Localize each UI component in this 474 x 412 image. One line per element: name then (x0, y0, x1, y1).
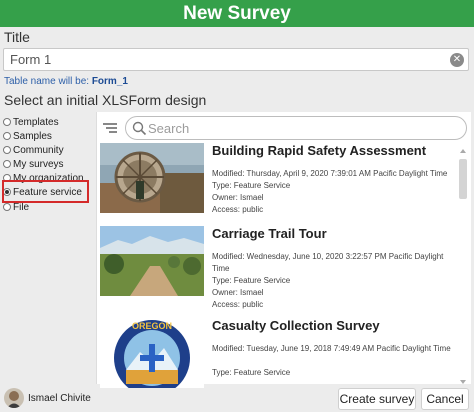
item-thumbnail: OREGON (100, 318, 204, 388)
table-name-hint: Table name will be: Form_1 (4, 76, 128, 87)
item-access: Access: public (212, 300, 264, 309)
clear-icon[interactable]: ✕ (450, 53, 464, 67)
user-name: Ismael Chivite (28, 393, 91, 404)
item-type: Type: Feature Service (212, 181, 291, 190)
item-modified: Modified: Thursday, April 9, 2020 7:39:0… (212, 169, 448, 178)
thumb-logo-text: OREGON (132, 321, 172, 331)
scroll-down-icon[interactable] (460, 380, 466, 384)
window-title: New Survey (0, 0, 474, 27)
radio-label: File (13, 202, 30, 213)
item-modified: Modified: Wednesday, June 10, 2020 3:22:… (212, 252, 444, 273)
cancel-button[interactable]: Cancel (421, 388, 469, 410)
item-modified: Modified: Tuesday, June 19, 2018 7:49:49… (212, 344, 451, 353)
radio-button-icon[interactable] (3, 160, 11, 168)
radio-button-icon[interactable] (3, 146, 11, 154)
radio-samples[interactable]: Samples (3, 131, 52, 144)
avatar[interactable] (4, 388, 24, 408)
sort-icon[interactable] (103, 122, 117, 134)
footer-bar: Ismael Chivite Create survey Cancel (0, 385, 474, 412)
service-list-panel: Building Rapid Safety Assessment Modifie… (96, 112, 471, 388)
radio-label: Templates (13, 117, 59, 128)
list-item[interactable]: Building Rapid Safety Assessment Modifie… (100, 143, 452, 218)
search-icon (132, 121, 147, 136)
title-input[interactable] (4, 49, 444, 70)
source-radio-group: Templates Samples Community My surveys M… (3, 112, 93, 382)
item-owner: Owner: Ismael (212, 193, 264, 202)
selection-highlight-box (2, 180, 89, 203)
radio-button-icon[interactable] (3, 132, 11, 140)
search-input[interactable] (148, 119, 448, 137)
radio-templates[interactable]: Templates (3, 117, 59, 130)
create-survey-button[interactable]: Create survey (338, 388, 416, 410)
item-type: Type: Feature Service (212, 368, 291, 377)
table-name-prefix: Table name will be: (4, 76, 90, 87)
list-item[interactable]: Carriage Trail Tour Modified: Wednesday,… (100, 226, 452, 309)
title-label: Title (4, 29, 30, 45)
radio-label: Community (13, 145, 64, 156)
item-thumbnail (100, 226, 204, 296)
item-title: Casualty Collection Survey (212, 318, 380, 333)
scroll-thumb[interactable] (459, 159, 467, 199)
radio-community[interactable]: Community (3, 145, 64, 158)
table-name-value: Form_1 (91, 76, 128, 87)
item-access: Access: public (212, 205, 264, 214)
radio-button-icon[interactable] (3, 118, 11, 126)
title-field[interactable]: ✕ (3, 48, 469, 71)
search-field[interactable] (125, 116, 467, 140)
item-owner: Owner: Ismael (212, 288, 264, 297)
radio-button-icon[interactable] (3, 203, 11, 211)
radio-label: Samples (13, 131, 52, 142)
radio-my-surveys[interactable]: My surveys (3, 159, 64, 172)
item-title: Building Rapid Safety Assessment (212, 143, 427, 158)
item-type: Type: Feature Service (212, 276, 291, 285)
list-scrollbar[interactable] (459, 149, 467, 384)
item-title: Carriage Trail Tour (212, 226, 327, 241)
radio-label: My surveys (13, 159, 64, 170)
radio-file[interactable]: File (3, 202, 29, 215)
design-label: Select an initial XLSForm design (4, 92, 207, 108)
list-item[interactable]: OREGON Casualty Collection Survey Modifi… (100, 318, 452, 388)
item-thumbnail (100, 143, 204, 213)
scroll-up-icon[interactable] (460, 149, 466, 153)
